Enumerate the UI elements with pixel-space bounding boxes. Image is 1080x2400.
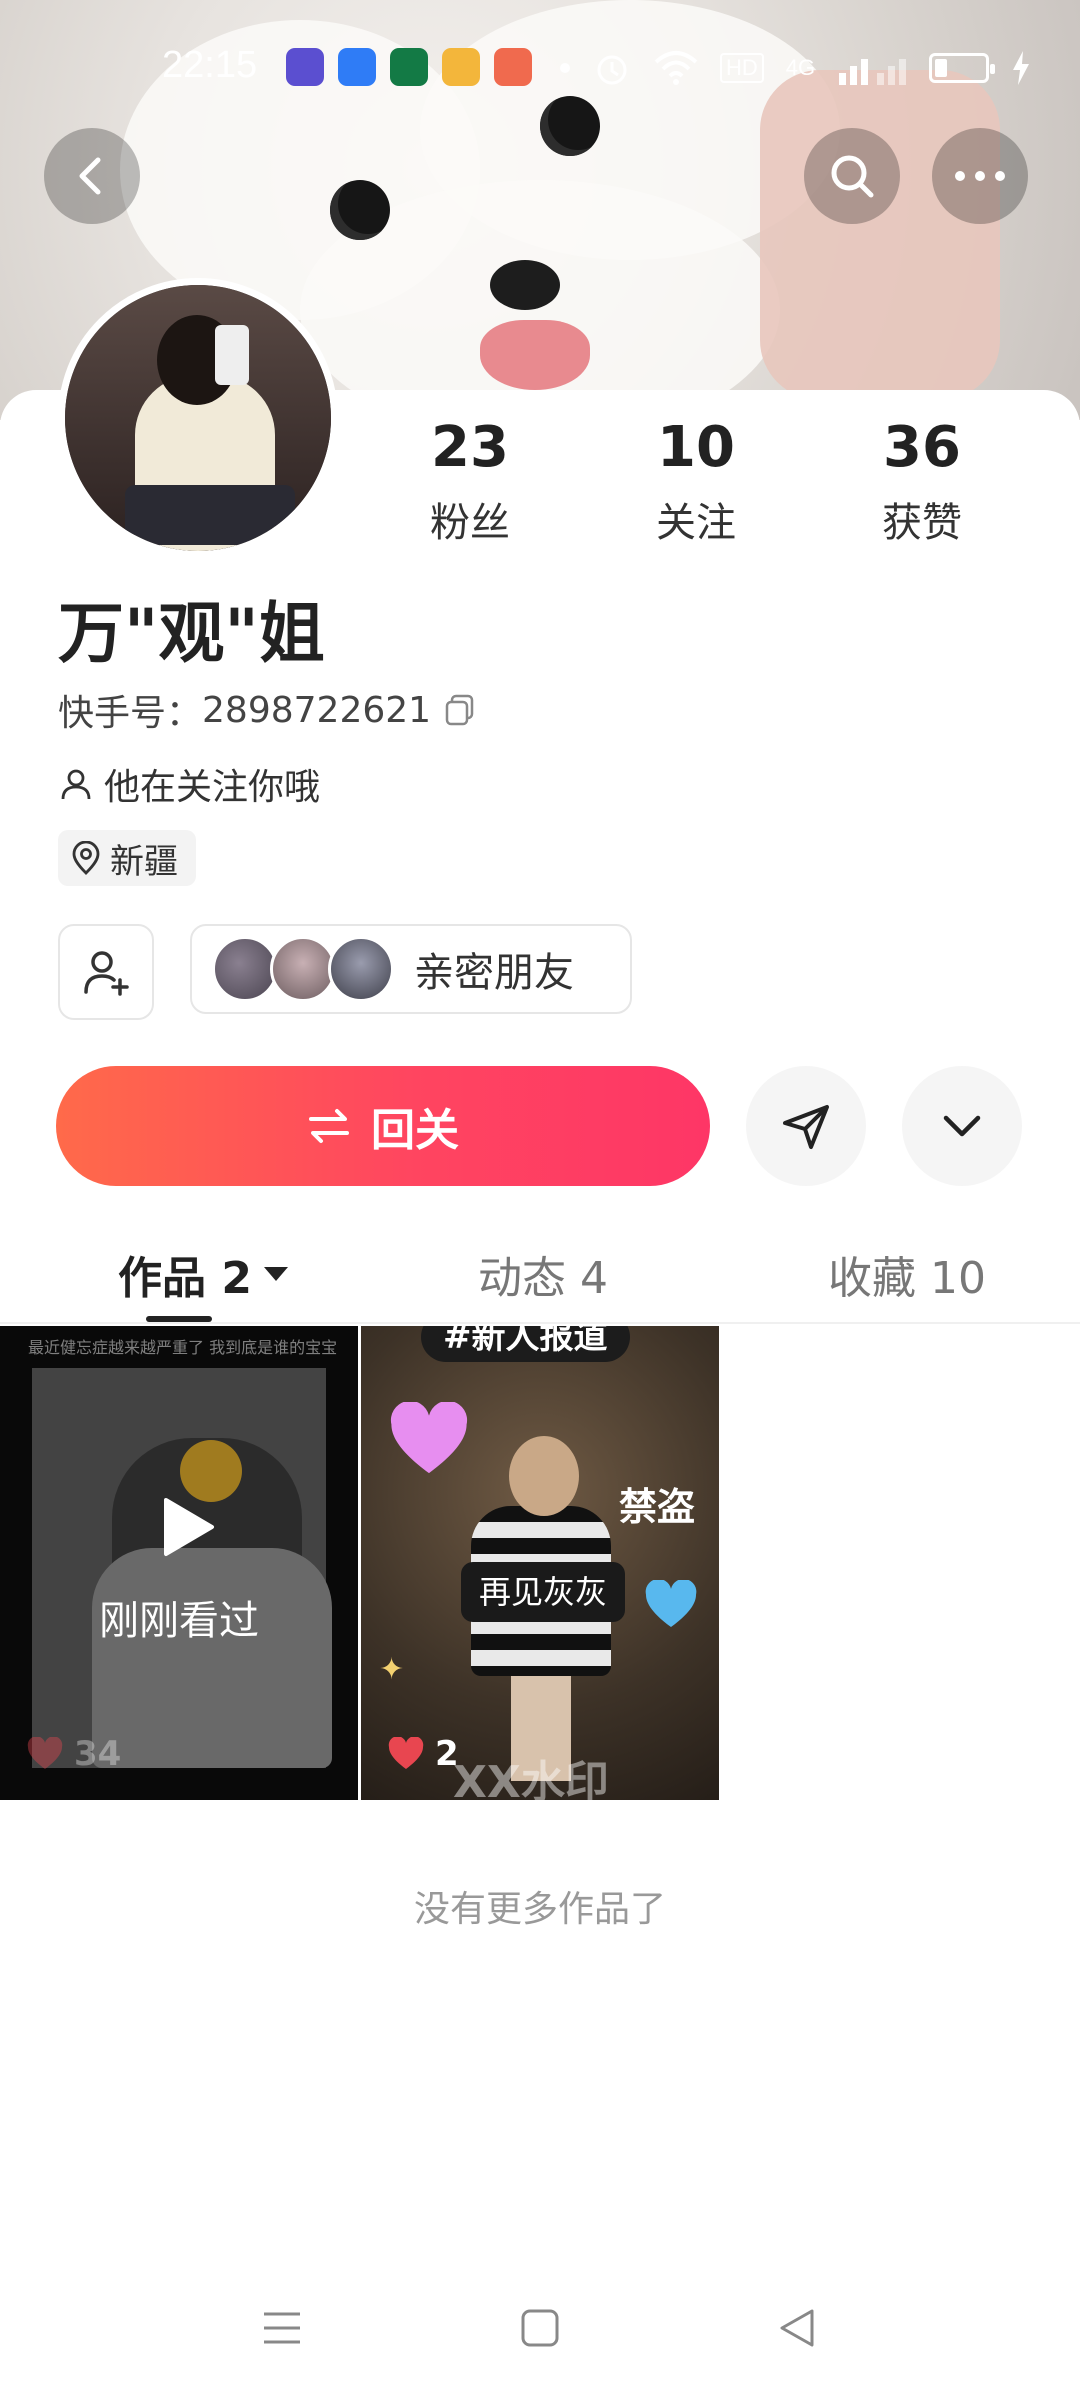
- work-2-center-label: 再见灰灰: [461, 1562, 626, 1622]
- sparkle-icon: ✦: [379, 1652, 405, 1687]
- app-icon-1: [286, 48, 324, 86]
- tab-moments[interactable]: 动态 4: [478, 1242, 608, 1306]
- work-tile-2[interactable]: #新人报道 禁盗 再见灰灰 ✦ XX水印 2: [361, 1326, 719, 1800]
- pink-heart-icon: [390, 1402, 468, 1474]
- close-friend-avatar-1: [212, 936, 278, 1002]
- tab-moments-label: 动态 4: [478, 1253, 608, 1304]
- cover-nose: [490, 260, 560, 310]
- paper-plane-icon: [783, 1105, 829, 1149]
- heart-icon: [27, 1737, 63, 1769]
- stat-following-value: 10: [657, 415, 735, 480]
- tab-favorites-label: 收藏 10: [828, 1253, 986, 1304]
- work-2-stamp: 禁盗: [619, 1485, 696, 1529]
- blue-heart-icon: [645, 1580, 697, 1628]
- stat-likes[interactable]: 36 获赞: [832, 420, 1012, 548]
- follow-back-label: 回关: [371, 1105, 459, 1156]
- status-time: 22:15: [162, 44, 258, 86]
- follows-you-row: 他在关注你哦: [58, 758, 320, 810]
- tab-favorites[interactable]: 收藏 10: [828, 1242, 986, 1306]
- alarm-icon: [597, 55, 627, 85]
- stat-fans[interactable]: 23 粉丝: [380, 420, 560, 548]
- chevron-down-icon: [943, 1115, 981, 1137]
- tab-active-indicator: [146, 1316, 212, 1322]
- work-1-likes: 34: [26, 1734, 121, 1774]
- profile-tabs: 作品 2 动态 4 收藏 10: [0, 1220, 1080, 1324]
- back-button[interactable]: [44, 128, 140, 224]
- play-icon: [164, 1498, 214, 1556]
- status-app-icons: [286, 48, 532, 86]
- work-2-likes: 2: [387, 1734, 459, 1774]
- close-friend-avatar-2: [270, 936, 336, 1002]
- follows-you-text: 他在关注你哦: [104, 767, 321, 808]
- notification-dot-icon: [560, 63, 570, 73]
- stat-likes-label: 获赞: [882, 500, 962, 546]
- stat-fans-value: 23: [431, 415, 509, 480]
- stat-fans-label: 粉丝: [430, 500, 510, 546]
- close-friend-avatar-3: [328, 936, 394, 1002]
- app-icon-3: [390, 48, 428, 86]
- status-indicators: HD 4G: [560, 48, 1031, 88]
- no-more-works-text: 没有更多作品了: [413, 1889, 666, 1930]
- stat-following-label: 关注: [656, 500, 736, 546]
- stat-likes-value: 36: [883, 415, 961, 480]
- more-button[interactable]: [932, 128, 1028, 224]
- location-pin-icon: [72, 841, 100, 875]
- work-2-watermark: XX水印: [453, 1757, 609, 1800]
- signal-4g-label: 4G: [785, 55, 816, 80]
- swap-arrows-icon: [309, 1109, 349, 1143]
- search-icon: [831, 155, 874, 198]
- work-2-like-count: 2: [435, 1734, 459, 1774]
- add-user-icon: [84, 951, 129, 996]
- work-tile-1[interactable]: 最近健忘症越来越严重了 我到底是谁的宝宝 刚刚看过 34: [0, 1326, 358, 1800]
- status-bar: 22:15 HD 4G: [0, 0, 1080, 130]
- kuaishou-id-value: 2898722621: [202, 689, 432, 731]
- profile-nickname: 万"观"姐: [58, 595, 325, 672]
- charging-icon: [1013, 51, 1030, 85]
- work-1-overlay: [0, 1326, 358, 1800]
- battery-icon: [929, 53, 996, 83]
- kuaishou-id-row: 快手号： 2898722621: [58, 684, 477, 736]
- menu-key-icon[interactable]: [262, 2308, 302, 2348]
- location-tag[interactable]: 新疆: [58, 830, 196, 886]
- app-icon-4: [442, 48, 480, 86]
- more-dots-icon: [955, 171, 1005, 181]
- stat-following[interactable]: 10 关注: [606, 420, 786, 548]
- cover-eye-left: [330, 180, 390, 240]
- system-navigation-bar: [0, 2280, 1080, 2390]
- expand-button[interactable]: [902, 1066, 1022, 1186]
- send-message-button[interactable]: [746, 1066, 866, 1186]
- caret-down-icon: [263, 1267, 288, 1281]
- works-grid: 最近健忘症越来越严重了 我到底是谁的宝宝 刚刚看过 34 #新人报道 禁盗 再见…: [0, 1326, 1080, 1800]
- work-1-like-count: 34: [74, 1734, 122, 1774]
- tab-works[interactable]: 作品 2: [118, 1242, 290, 1306]
- heart-icon: [388, 1737, 424, 1769]
- profile-avatar[interactable]: [58, 278, 338, 558]
- search-button[interactable]: [804, 128, 900, 224]
- signal-icon: [839, 59, 907, 85]
- work-2-tag: #新人报道: [421, 1326, 630, 1362]
- close-friends-label: 亲密朋友: [414, 950, 574, 996]
- kuaishou-id-label: 快手号：: [58, 693, 203, 734]
- follow-back-button[interactable]: 回关: [56, 1066, 710, 1186]
- app-icon-2: [338, 48, 376, 86]
- back-arrow-icon: [79, 157, 101, 195]
- home-key-icon[interactable]: [520, 2308, 560, 2348]
- app-icon-5: [494, 48, 532, 86]
- close-friends-button[interactable]: 亲密朋友: [190, 924, 632, 1014]
- back-key-icon[interactable]: [778, 2308, 818, 2348]
- wifi-icon: [654, 51, 698, 85]
- tab-works-label: 作品 2: [118, 1253, 252, 1304]
- recently-watched-label: 刚刚看过: [99, 1598, 259, 1644]
- copy-icon[interactable]: [443, 693, 477, 727]
- hd-label: HD: [720, 53, 764, 83]
- add-friend-button[interactable]: [58, 924, 154, 1020]
- location-text: 新疆: [110, 841, 178, 882]
- cover-tongue: [480, 320, 590, 390]
- person-icon: [61, 769, 91, 800]
